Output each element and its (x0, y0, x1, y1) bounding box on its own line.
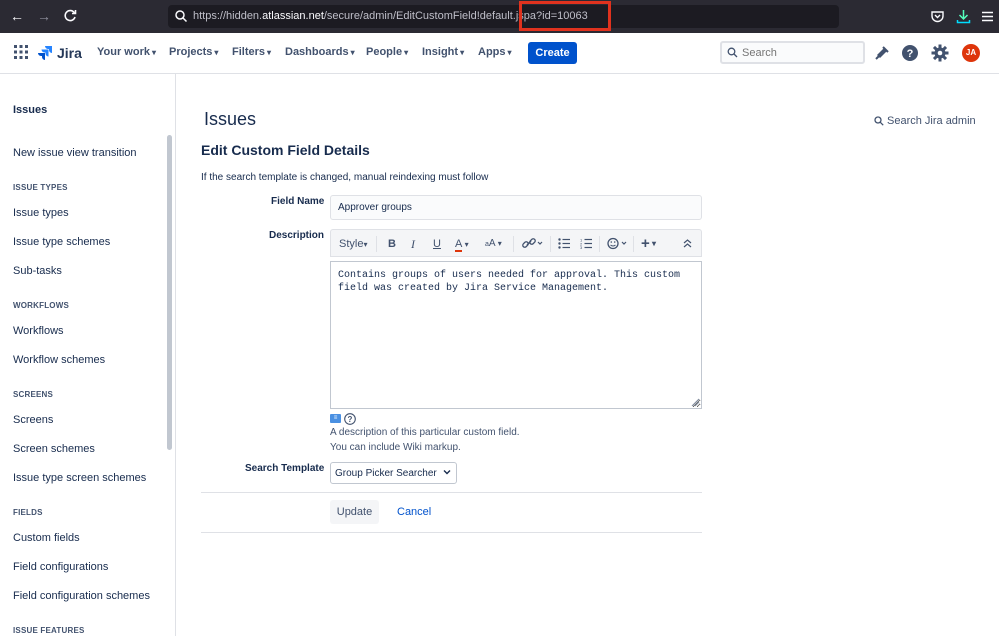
pocket-icon[interactable] (930, 9, 945, 24)
toolbar-separator (376, 236, 377, 252)
nav-filters[interactable]: Filters ▾ (232, 46, 271, 58)
sidebar-item-sub-tasks[interactable]: Sub-tasks (13, 265, 62, 277)
search-icon (727, 47, 738, 58)
help-icon[interactable]: ? (344, 412, 356, 425)
style-dropdown[interactable]: Style▾ (339, 238, 367, 250)
jira-logo-text: Jira (57, 45, 82, 61)
nav-projects[interactable]: Projects ▾ (169, 46, 218, 58)
toolbar-separator (513, 236, 514, 252)
menu-icon[interactable] (980, 9, 995, 24)
emoji-icon[interactable] (607, 237, 629, 250)
sidebar-section-screens: SCREENS (13, 390, 54, 399)
sidebar-item-workflow-schemes[interactable]: Workflow schemes (13, 354, 105, 366)
svg-text:?: ? (907, 48, 914, 60)
bold-icon[interactable]: B (388, 238, 396, 250)
app-switcher-icon[interactable] (14, 45, 28, 59)
highlight-box (519, 1, 611, 31)
top-navigation: Jira Your work ▾ Projects ▾ Filters ▾ Dashb… (0, 33, 999, 74)
field-name-input[interactable] (330, 195, 702, 220)
search-icon (175, 10, 188, 23)
update-button[interactable]: Update (330, 500, 379, 524)
sidebar-item-screen-schemes[interactable]: Screen schemes (13, 443, 95, 455)
help-icon[interactable]: ? (901, 44, 919, 62)
wiki-markup-help: ≡ ? (330, 412, 356, 425)
admin-sidebar: Issues New issue view transition ISSUE T… (0, 74, 176, 636)
user-avatar[interactable]: JA (962, 44, 980, 62)
notifications-icon[interactable] (873, 44, 891, 62)
nav-dashboards[interactable]: Dashboards ▾ (285, 46, 355, 58)
underline-icon[interactable]: U (433, 238, 441, 250)
text-size-icon[interactable]: aA ▾ (485, 238, 502, 249)
search-template-label: Search Template (245, 463, 325, 474)
reload-icon[interactable] (62, 8, 78, 24)
sidebar-section-fields: FIELDS (13, 508, 43, 517)
resize-grip-icon[interactable] (690, 397, 700, 407)
form-divider (201, 532, 702, 533)
browser-toolbar: ← → https://hidden.atlassian.net/secure/… (0, 0, 999, 33)
collapse-toolbar-icon[interactable] (683, 239, 692, 248)
sidebar-item-issue-type-schemes[interactable]: Issue type schemes (13, 236, 110, 248)
italic-icon[interactable]: I (411, 237, 415, 252)
reindex-note: If the search template is changed, manua… (201, 172, 489, 183)
create-button[interactable]: Create (528, 42, 577, 64)
description-label: Description (269, 230, 325, 241)
wiki-markup-help-text: You can include Wiki markup. (330, 442, 461, 453)
toolbar-separator (550, 236, 551, 252)
sidebar-section-issue-types: ISSUE TYPES (13, 183, 68, 192)
nav-apps[interactable]: Apps ▾ (478, 46, 512, 58)
description-help-text: A description of this particular custom … (330, 427, 520, 438)
nav-insight[interactable]: Insight ▾ (422, 46, 464, 58)
sidebar-item-field-configuration-schemes[interactable]: Field configuration schemes (13, 590, 150, 602)
sidebar-section-issue-features: ISSUE FEATURES (13, 626, 85, 635)
search-input[interactable] (742, 45, 860, 61)
sidebar-item-custom-fields[interactable]: Custom fields (13, 532, 80, 544)
sidebar-item-new-issue-view-transition[interactable]: New issue view transition (13, 147, 137, 159)
form-title: Edit Custom Field Details (201, 142, 370, 158)
search-jira-admin-link[interactable]: Search Jira admin (874, 115, 976, 127)
svg-text:?: ? (348, 415, 353, 424)
sidebar-item-field-configurations[interactable]: Field configurations (13, 561, 108, 573)
sidebar-section-workflows: WORKFLOWS (13, 301, 70, 310)
search-template-select[interactable]: Group Picker Searcher (330, 462, 457, 484)
sidebar-item-screens[interactable]: Screens (13, 414, 53, 426)
search-icon (874, 116, 884, 126)
insert-more-icon[interactable]: + ▾ (641, 235, 656, 252)
bullet-list-icon[interactable] (558, 238, 570, 249)
field-name-label: Field Name (271, 196, 325, 207)
jira-logo-icon (38, 46, 52, 60)
text-color-icon[interactable]: A ▾ (455, 238, 469, 252)
address-bar[interactable]: https://hidden.atlassian.net/secure/admi… (168, 5, 839, 28)
page-title: Issues (204, 109, 257, 129)
sidebar-scrollbar[interactable] (167, 135, 172, 450)
chevron-down-icon (443, 470, 451, 475)
link-icon[interactable] (521, 237, 543, 250)
sidebar-heading: Issues (13, 104, 48, 116)
back-icon[interactable]: ← (9, 8, 25, 24)
sidebar-item-issue-types[interactable]: Issue types (13, 207, 69, 219)
cancel-link[interactable]: Cancel (397, 506, 431, 518)
editor-toolbar: Style▾ B I U A ▾ aA ▾ 1 2 3 + ▾ (330, 229, 702, 257)
nav-people[interactable]: People ▾ (366, 46, 408, 58)
form-divider (201, 492, 702, 493)
settings-gear-icon[interactable] (931, 44, 949, 62)
nav-your-work[interactable]: Your work ▾ (97, 46, 156, 58)
svg-text:3: 3 (580, 245, 583, 249)
toolbar-separator (599, 236, 600, 252)
numbered-list-icon[interactable]: 1 2 3 (580, 238, 592, 249)
description-textarea[interactable]: Contains groups of users needed for appr… (330, 261, 702, 409)
sidebar-item-workflows[interactable]: Workflows (13, 325, 64, 337)
download-icon[interactable] (956, 9, 971, 24)
sidebar-item-issue-type-screen-schemes[interactable]: Issue type screen schemes (13, 472, 146, 484)
toolbar-separator (633, 236, 634, 252)
jira-logo[interactable]: Jira (37, 43, 82, 63)
wiki-renderer-icon[interactable]: ≡ (330, 414, 341, 423)
forward-icon[interactable]: → (36, 8, 52, 24)
global-search[interactable] (720, 41, 865, 64)
